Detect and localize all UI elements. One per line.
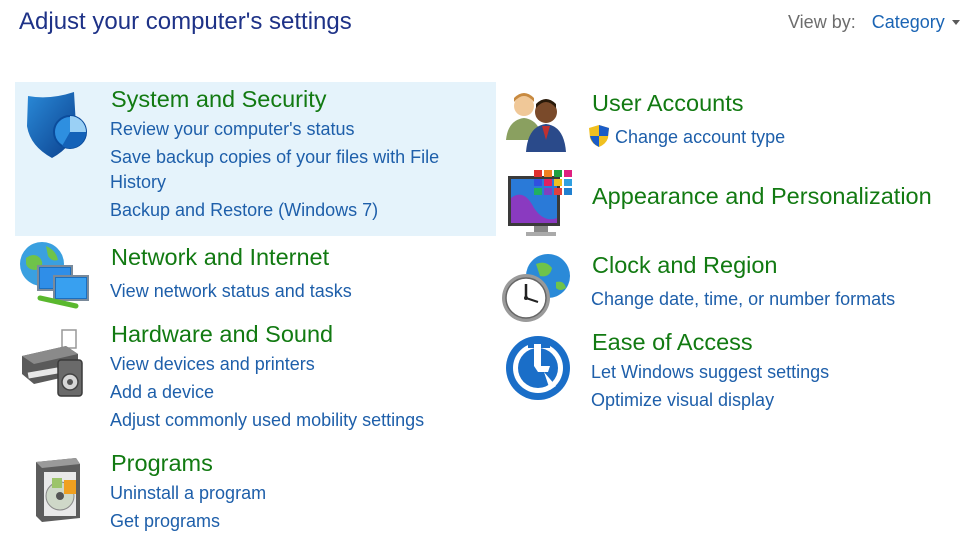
file-history-link[interactable]: Save backup copies of your files with Fi… [110, 145, 439, 170]
add-device-link[interactable]: Add a device [110, 380, 214, 405]
monitor-palette-icon[interactable] [504, 168, 576, 240]
programs-title[interactable]: Programs [111, 450, 213, 477]
ease-access-title[interactable]: Ease of Access [592, 329, 753, 356]
clock-globe-icon[interactable] [500, 252, 572, 324]
uninstall-program-link[interactable]: Uninstall a program [110, 481, 266, 506]
change-account-type-link[interactable]: Change account type [615, 125, 785, 150]
network-globe-icon[interactable] [18, 240, 90, 312]
chevron-down-icon[interactable] [951, 20, 960, 25]
hardware-title[interactable]: Hardware and Sound [111, 321, 333, 348]
devices-printers-link[interactable]: View devices and printers [110, 352, 315, 377]
view-by-value[interactable]: Category [872, 12, 945, 32]
system-security-title[interactable]: System and Security [111, 86, 327, 113]
backup-restore-link[interactable]: Backup and Restore (Windows 7) [110, 198, 378, 223]
printer-speaker-icon[interactable] [18, 326, 90, 398]
file-history-link-cont[interactable]: History [110, 170, 166, 195]
uac-shield-icon [589, 125, 609, 147]
page-title: Adjust your computer's settings [19, 8, 352, 35]
users-icon[interactable] [504, 90, 576, 162]
programs-disc-icon[interactable] [22, 454, 94, 526]
network-title[interactable]: Network and Internet [111, 244, 329, 271]
user-accounts-title[interactable]: User Accounts [592, 90, 744, 117]
shield-icon[interactable] [20, 88, 92, 160]
mobility-settings-link[interactable]: Adjust commonly used mobility settings [110, 408, 424, 433]
get-programs-link[interactable]: Get programs [110, 509, 220, 534]
view-by: View by: Category [788, 12, 960, 33]
view-by-dropdown[interactable]: Category [872, 12, 960, 32]
view-by-label: View by: [788, 12, 856, 32]
clock-region-title[interactable]: Clock and Region [592, 252, 778, 279]
appearance-title[interactable]: Appearance and Personalization [592, 183, 932, 210]
suggest-settings-link[interactable]: Let Windows suggest settings [591, 360, 829, 385]
optimize-display-link[interactable]: Optimize visual display [591, 388, 774, 413]
date-time-formats-link[interactable]: Change date, time, or number formats [591, 287, 895, 312]
ease-of-access-icon[interactable] [502, 332, 574, 404]
network-status-link[interactable]: View network status and tasks [110, 279, 352, 304]
review-status-link[interactable]: Review your computer's status [110, 117, 355, 142]
